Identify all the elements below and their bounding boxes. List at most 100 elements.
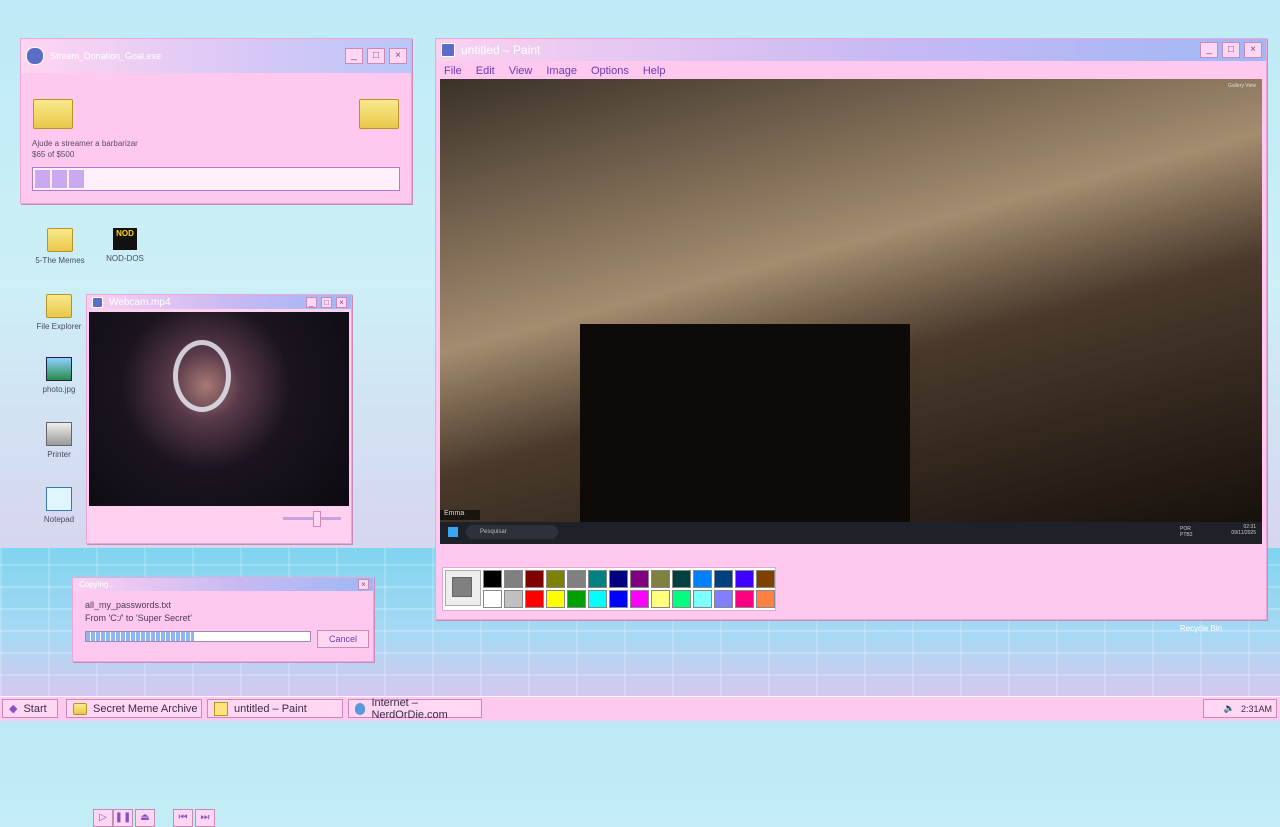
paint-titlebar[interactable]: untitled – Paint _ □ × [436, 39, 1266, 61]
next-button[interactable]: ⏭ [195, 809, 215, 827]
donation-amount: $65 of $500 [32, 150, 75, 159]
current-color-box [445, 570, 481, 606]
palette-color-swatch[interactable] [546, 570, 565, 588]
maximize-button[interactable]: □ [367, 48, 385, 64]
desktop-icon-nod-dos[interactable]: NOD NOD-DOS [95, 228, 155, 263]
menu-help[interactable]: Help [643, 65, 666, 77]
copy-dialog[interactable]: Copying... × all_my_passwords.txt From '… [72, 577, 374, 662]
headphones [173, 340, 231, 412]
desktop-icon-notepad[interactable]: Notepad [29, 487, 89, 524]
palette-color-swatch[interactable] [651, 590, 670, 608]
palette-color-swatch[interactable] [714, 590, 733, 608]
minimize-button[interactable]: _ [1200, 42, 1218, 58]
palette-color-swatch[interactable] [735, 590, 754, 608]
menu-view[interactable]: View [509, 65, 533, 77]
folder-icon [33, 99, 73, 129]
taskbar-clock: 2:31AM [1240, 703, 1272, 714]
palette-color-swatch[interactable] [693, 590, 712, 608]
progress-block [52, 170, 67, 188]
close-button[interactable]: × [389, 48, 407, 64]
palette-color-swatch[interactable] [567, 570, 586, 588]
palette-color-swatch[interactable] [588, 590, 607, 608]
copy-titlebar[interactable]: Copying... × [73, 578, 373, 591]
donation-titlebar[interactable]: Stream_Donation_Goal.exe _ □ × [21, 39, 411, 73]
eject-button[interactable]: ⏏ [135, 809, 155, 827]
taskbar-item-meme-archive[interactable]: Secret Meme Archive [66, 699, 202, 718]
progress-block [69, 170, 84, 188]
palette-color-swatch[interactable] [609, 590, 628, 608]
desktop-icon-photo[interactable]: photo.jpg [29, 357, 89, 394]
close-button[interactable]: × [336, 296, 347, 308]
palette-color-swatch[interactable] [756, 590, 775, 608]
paint-window[interactable]: untitled – Paint _ □ × File Edit View Im… [435, 38, 1267, 620]
maximize-button[interactable]: □ [321, 296, 332, 308]
palette-color-swatch[interactable] [651, 570, 670, 588]
palette-color-swatch[interactable] [630, 590, 649, 608]
participant-name-tag: Emma [440, 510, 480, 520]
close-button[interactable]: × [1244, 42, 1262, 58]
printer-icon [46, 422, 72, 446]
menu-image[interactable]: Image [546, 65, 577, 77]
desktop-icon-file-explorer[interactable]: File Explorer [29, 294, 89, 331]
paint-canvas[interactable]: Gallery View Emma Pesquisar POR PTB2 02:… [440, 79, 1262, 544]
menu-file[interactable]: File [444, 65, 462, 77]
system-tray: 🔈 2:31AM [1203, 699, 1277, 718]
start-icon: ◆ [9, 703, 18, 715]
copy-filename: all_my_passwords.txt [85, 600, 172, 610]
palette-color-swatch[interactable] [525, 570, 544, 588]
gallery-view-button[interactable]: Gallery View [1228, 83, 1256, 89]
previous-button[interactable]: ⏮ [173, 809, 193, 827]
start-button[interactable]: ◆ Start [2, 699, 58, 718]
palette-color-swatch[interactable] [567, 590, 586, 608]
close-button[interactable]: × [358, 579, 369, 590]
taskbar-item-internet[interactable]: Internet – NerdOrDie.com [348, 697, 482, 721]
palette-color-swatch[interactable] [672, 590, 691, 608]
desktop-icon-printer[interactable]: Printer [29, 422, 89, 459]
donation-window[interactable]: Stream_Donation_Goal.exe _ □ × Ajude a s… [20, 38, 412, 204]
donation-progress-fill [35, 170, 397, 188]
desktop-icon-memes[interactable]: 5-The Memes [30, 228, 90, 265]
palette-color-swatch[interactable] [483, 570, 502, 588]
maximize-button[interactable]: □ [1222, 42, 1240, 58]
speaker-icon[interactable]: 🔈 [1224, 703, 1235, 714]
minimize-button[interactable]: _ [306, 296, 317, 308]
palette-row-top [483, 570, 775, 588]
palette-color-swatch[interactable] [504, 570, 523, 588]
minimize-button[interactable]: _ [345, 48, 363, 64]
copy-progress-bar [85, 631, 311, 642]
palette-color-swatch[interactable] [609, 570, 628, 588]
volume-slider-thumb[interactable] [313, 511, 321, 527]
palette-color-swatch[interactable] [756, 570, 775, 588]
webcam-titlebar[interactable]: Webcam.mp4 _ □ × [87, 295, 351, 309]
volume-slider[interactable] [283, 511, 341, 527]
webcam-window[interactable]: Webcam.mp4 _ □ × ▷ ❚❚ ⏏ ⏮ ⏭ [86, 294, 352, 827]
palette-color-swatch[interactable] [735, 570, 754, 588]
palette-color-swatch[interactable] [714, 570, 733, 588]
color-palette [442, 567, 776, 611]
image-icon [46, 357, 72, 381]
current-color-swatch [452, 577, 472, 597]
paint-menu-bar: File Edit View Image Options Help [436, 61, 1266, 81]
palette-color-swatch[interactable] [672, 570, 691, 588]
pause-button[interactable]: ❚❚ [113, 809, 133, 827]
palette-color-swatch[interactable] [525, 590, 544, 608]
cancel-button[interactable]: Cancel [317, 630, 369, 648]
globe-icon [355, 702, 366, 715]
nod-icon: NOD [113, 228, 137, 250]
palette-color-swatch[interactable] [504, 590, 523, 608]
magnifier-icon [46, 294, 72, 318]
copy-from-to: From 'C:/' to 'Super Secret' [85, 613, 192, 623]
webcam-video [89, 312, 349, 506]
play-button[interactable]: ▷ [93, 809, 113, 827]
palette-color-swatch[interactable] [483, 590, 502, 608]
palette-color-swatch[interactable] [588, 570, 607, 588]
palette-color-swatch[interactable] [630, 570, 649, 588]
menu-options[interactable]: Options [591, 65, 629, 77]
taskbar-item-paint[interactable]: untitled – Paint [207, 699, 343, 718]
menu-edit[interactable]: Edit [476, 65, 495, 77]
palette-color-swatch[interactable] [546, 590, 565, 608]
donation-progress-bar [32, 167, 400, 191]
palette-row-bottom [483, 590, 775, 608]
palette-color-swatch[interactable] [693, 570, 712, 588]
windows-start-icon [448, 527, 458, 537]
